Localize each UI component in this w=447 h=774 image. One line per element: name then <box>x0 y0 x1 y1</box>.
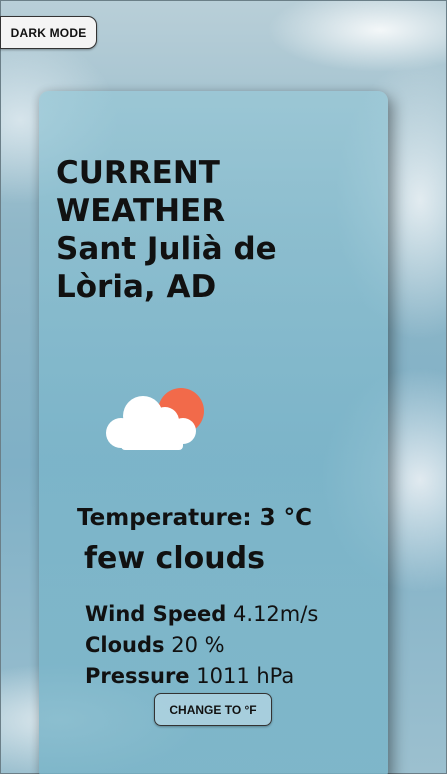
dark-mode-button[interactable]: DARK MODE <box>0 16 97 49</box>
location-line-1: Sant Julià de <box>56 231 277 267</box>
pressure-value: 1011 hPa <box>196 664 295 688</box>
wind-speed-value: 4.12m/s <box>233 602 319 626</box>
wind-speed-label: Wind Speed <box>85 602 227 626</box>
temperature-readout: Temperature: 3 °C <box>77 505 313 531</box>
change-unit-button[interactable]: CHANGE TO °F <box>154 693 272 726</box>
weather-card: CURRENT WEATHER Sant Julià de Lòria, AD … <box>39 91 388 774</box>
page-title: CURRENT WEATHER Sant Julià de Lòria, AD <box>56 154 376 306</box>
heading-line-weather: WEATHER <box>56 193 226 229</box>
pressure-row: Pressure 1011 hPa <box>85 664 294 688</box>
clouds-row: Clouds 20 % <box>85 633 225 657</box>
weather-description: few clouds <box>84 541 265 576</box>
clouds-label: Clouds <box>85 633 165 657</box>
clouds-value: 20 % <box>171 633 225 657</box>
few-clouds-day-icon <box>106 388 204 450</box>
heading-line-current: CURRENT <box>56 155 220 191</box>
pressure-label: Pressure <box>85 664 190 688</box>
location-line-2: Lòria, AD <box>56 269 217 305</box>
wind-speed-row: Wind Speed 4.12m/s <box>85 602 318 626</box>
